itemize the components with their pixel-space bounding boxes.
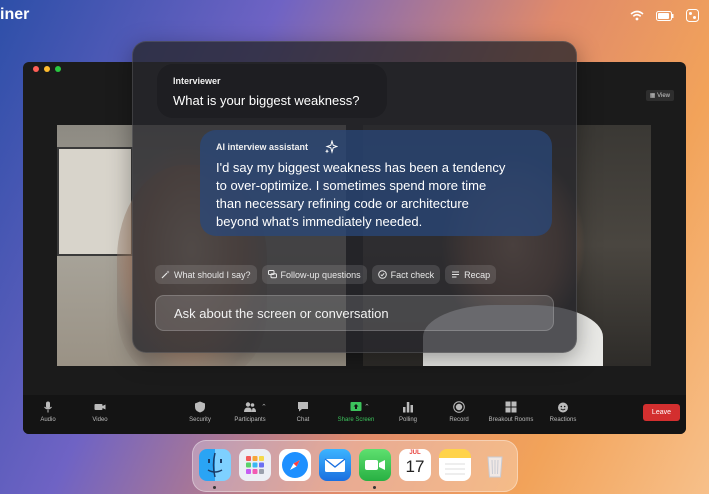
security-button[interactable]: Security: [175, 401, 225, 423]
interviewer-message: Interviewer What is your biggest weaknes…: [157, 64, 387, 118]
record-icon: [453, 401, 465, 413]
wifi-icon[interactable]: [630, 10, 644, 21]
facetime-camera: [365, 460, 385, 470]
check-circle-icon: [377, 270, 387, 279]
record-label: Record: [449, 417, 469, 423]
trash-can: [487, 456, 503, 478]
chat-label: Chat: [296, 417, 310, 423]
calendar-day: 17: [405, 457, 425, 476]
ai-assistant-overlay: Interviewer What is your biggest weaknes…: [132, 41, 577, 353]
what-should-i-say-chip[interactable]: What should I say?: [155, 265, 257, 284]
share-screen-icon: [350, 402, 362, 411]
polling-button[interactable]: Polling: [383, 401, 433, 423]
video-button[interactable]: Video: [75, 401, 125, 423]
chip-label: Recap: [464, 269, 491, 280]
reactions-label: Reactions: [549, 417, 577, 423]
launchpad-grid: [246, 456, 264, 474]
chat-bubble-icon: [298, 402, 308, 412]
ask-placeholder: Ask about the screen or conversation: [174, 306, 389, 321]
share-screen-label: Share Screen: [337, 417, 375, 423]
minimize-window-button[interactable]: [44, 66, 50, 72]
shield-icon: [195, 401, 205, 413]
chip-label: What should I say?: [174, 269, 251, 280]
sparkle-icon: [325, 140, 338, 154]
app-name[interactable]: iner: [0, 6, 29, 24]
mail-icon[interactable]: [319, 449, 351, 481]
zoom-window-button[interactable]: [55, 66, 61, 72]
close-window-button[interactable]: [33, 66, 39, 72]
microphone-icon: [44, 401, 52, 413]
chip-label: Follow-up questions: [280, 269, 361, 280]
participants-label: Participants: [234, 417, 266, 423]
video-camera-icon: [94, 404, 106, 410]
audio-label: Audio: [40, 417, 56, 423]
breakout-rooms-label: Breakout Rooms: [488, 417, 534, 423]
envelope: [324, 458, 346, 472]
calendar-icon[interactable]: JUL 17: [399, 449, 431, 481]
finder-face: [207, 452, 223, 478]
record-button[interactable]: Record: [434, 401, 484, 423]
interviewer-label: Interviewer: [173, 76, 221, 86]
audio-button[interactable]: Audio: [23, 401, 73, 423]
compass: [282, 452, 308, 478]
ai-answer-message: AI interview assistant I'd say my bigges…: [200, 130, 552, 236]
ai-assistant-label: AI interview assistant: [216, 142, 309, 152]
reactions-button[interactable]: Reactions: [538, 401, 588, 423]
leave-button[interactable]: Leave: [642, 404, 680, 421]
calendar-month: JUL: [409, 450, 421, 456]
polling-label: Polling: [398, 417, 417, 423]
view-label: View: [657, 93, 670, 99]
bar-chart-icon: [403, 402, 413, 413]
security-label: Security: [189, 417, 211, 423]
meeting-toolbar: Audio Video Security Participants ⌃ Chat…: [23, 395, 686, 434]
menu-bar: iner: [0, 0, 709, 32]
breakout-rooms-icon: [505, 401, 517, 413]
suggestion-chips: What should I say? Follow-up questions F…: [155, 265, 497, 284]
participants-icon: [244, 402, 256, 412]
window-controls: [33, 66, 61, 72]
ask-input[interactable]: Ask about the screen or conversation: [155, 295, 554, 331]
fact-check-chip[interactable]: Fact check: [371, 265, 441, 284]
ai-answer-line: I'd say my biggest weakness has been a t…: [216, 160, 506, 175]
ai-answer-line: beyond what's immediately needed.: [216, 214, 423, 229]
facetime-icon[interactable]: [359, 449, 391, 481]
battery-icon[interactable]: [656, 10, 674, 21]
share-screen-button[interactable]: Share Screen: [331, 401, 381, 423]
control-center-icon[interactable]: [686, 9, 699, 22]
participants-caret-icon[interactable]: ⌃: [261, 403, 267, 411]
magic-wand-icon: [161, 270, 170, 279]
grid-icon: ▦: [649, 93, 656, 99]
finder-icon[interactable]: [199, 449, 231, 481]
running-indicator: [213, 486, 216, 489]
interviewer-question: What is your biggest weakness?: [173, 93, 360, 108]
view-button[interactable]: ▦ View: [645, 90, 674, 101]
chat-button[interactable]: Chat: [278, 401, 328, 423]
smiley-icon: [558, 402, 568, 413]
ai-answer-line: than necessary refining code or architec…: [216, 196, 469, 211]
launchpad-icon[interactable]: [239, 449, 271, 481]
follow-up-questions-chip[interactable]: Follow-up questions: [261, 265, 367, 284]
participants-button[interactable]: Participants: [225, 401, 275, 423]
share-screen-caret-icon[interactable]: ⌃: [364, 403, 370, 411]
list-icon: [452, 271, 460, 278]
recap-chip[interactable]: Recap: [445, 265, 497, 284]
running-indicator: [373, 486, 376, 489]
video-label: Video: [92, 417, 108, 423]
breakout-rooms-button[interactable]: Breakout Rooms: [486, 401, 536, 423]
notes-icon[interactable]: [439, 449, 471, 481]
notes-lines: [445, 463, 465, 475]
chat-bubbles-icon: [267, 270, 277, 279]
chip-label: Fact check: [390, 269, 435, 280]
ai-answer-line: to over-optimize. I sometimes spend more…: [216, 178, 487, 193]
dock: JUL 17: [192, 440, 518, 492]
trash-icon[interactable]: [479, 449, 511, 481]
safari-icon[interactable]: [279, 449, 311, 481]
